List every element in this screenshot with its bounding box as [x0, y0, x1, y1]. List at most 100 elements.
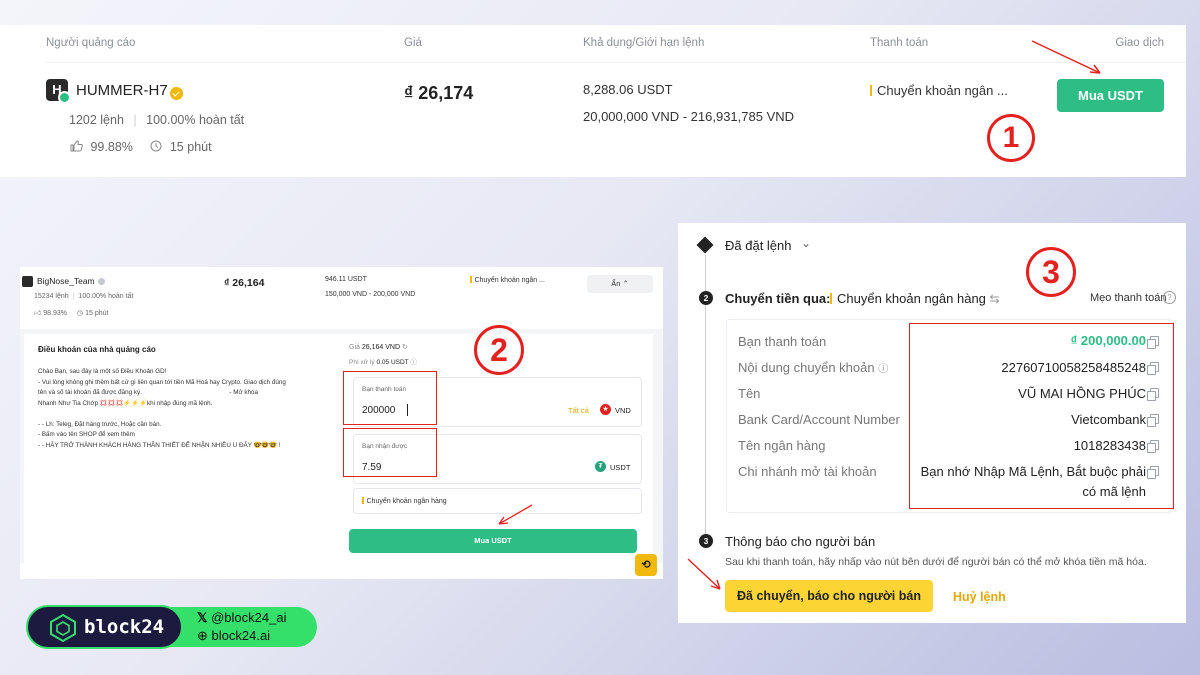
header-divider [46, 62, 1186, 63]
thumbs-up-icon [70, 140, 83, 152]
info-icon: ⓘ [410, 359, 417, 366]
merchant-name[interactable]: HUMMER-H7 [76, 82, 168, 99]
buy-usdt-button[interactable]: Mua USDT [349, 529, 637, 553]
payment-method-marker [470, 276, 472, 283]
detail-label-bank: Tên ngân hàng [738, 438, 826, 453]
terms-line: - Vui lòng không ghi thêm bất cứ gì liên… [38, 378, 286, 386]
step-3-icon: 3 [699, 534, 713, 548]
terms-line: - Bấm vào tên SHOP để xem thêm [38, 431, 135, 438]
website-link[interactable]: ⊕ block24.ai [197, 628, 270, 644]
ad-price: ₫ 26,174 [404, 83, 474, 103]
col-header-advertiser: Người quảng cáo [46, 37, 136, 49]
brand-name: block24 [84, 616, 165, 638]
merchant-logo[interactable]: H [46, 79, 71, 104]
terms-line: tên và số tài khoản đã được đăng ký. - M… [38, 389, 259, 396]
order-limit: 20,000,000 VND - 216,931,785 VND [583, 109, 795, 124]
payment-method-marker [830, 293, 832, 304]
col-header-payment: Thanh toán [870, 37, 929, 49]
step-1-marker: 1 [987, 114, 1035, 162]
online-dot-icon [58, 91, 71, 104]
clock-icon [150, 140, 162, 152]
thumbs-up-icon: 👍︎ [34, 310, 42, 317]
merchant-stats: 1202 lệnh | 100.00% hoàn tất [69, 113, 245, 127]
order-form-panel: BigNose_Team 15234 lệnh | 100.00% hoàn tất… [20, 267, 663, 579]
completion-rate: 100.00% hoàn tất [146, 113, 245, 127]
terms-line: - - Lh: Teleg, Đặt hàng trước, Hoặc cần … [38, 420, 162, 428]
annotation-arrow-2 [498, 504, 533, 525]
all-button[interactable]: Tất cả [568, 406, 589, 415]
col-header-available: Khả dụng/Giới hạn lệnh [583, 37, 705, 49]
step-2-label: Chuyển tiền qua: [725, 291, 831, 306]
support-chat-icon[interactable]: ⟲ [635, 554, 657, 576]
merchant-rating-row: 👍︎ 98.93% ◷ 15 phút [34, 310, 109, 317]
transfer-details-highlight-box [909, 323, 1174, 509]
price-info: Giá 26,164 VND ↻ [349, 344, 408, 351]
terms-line: Chào Bạn, sau đây là một số Điều Khoản G… [38, 368, 167, 375]
merchant-logo[interactable] [22, 276, 33, 287]
release-time: 15 phút [169, 140, 212, 154]
receive-highlight-box [343, 428, 437, 477]
payment-method-marker [870, 85, 872, 96]
available-amount: 946.11 USDT [325, 276, 367, 283]
brand-logo-pill: block24 [26, 605, 183, 649]
vnd-flag-icon: ★ [600, 404, 611, 415]
order-detail-area: Điều khoản của nhà quảng cáo Chào Bạn, s… [20, 329, 663, 563]
buy-usdt-button[interactable]: Mua USDT [1057, 79, 1164, 112]
order-count: 1202 lệnh [69, 113, 124, 127]
step-2-marker: 2 [474, 325, 524, 375]
detail-label-amount: Bạn thanh toán [738, 334, 827, 349]
terms-title: Điều khoản của nhà quảng cáo [38, 345, 156, 354]
chevron-down-icon[interactable]: ⌄ [801, 236, 811, 250]
block24-cube-icon [50, 613, 76, 643]
step-2-icon: 2 [699, 291, 713, 305]
merchant-name[interactable]: BigNose_Team [37, 276, 95, 286]
usdt-coin-icon: ₮ [595, 461, 606, 472]
merchant-rating-row: 99.88% 15 phút [70, 140, 212, 154]
verified-badge-icon [98, 278, 105, 285]
ad-price: ₫ 26,164 [224, 277, 265, 289]
order-limit: 150,000 VND - 200,000 VND [325, 291, 416, 298]
step-3-marker: 3 [1026, 247, 1076, 297]
step-3-description: Sau khi thanh toán, hãy nhấp vào nút bên… [725, 556, 1147, 568]
annotation-arrow-1 [1031, 40, 1101, 74]
payment-method-option: Chuyển khoản ngân hàng [362, 497, 447, 505]
cancel-order-button[interactable]: Huỷ lệnh [953, 590, 1006, 604]
annotation-arrow-3 [687, 558, 721, 590]
terms-line [38, 409, 338, 420]
confirm-transfer-button[interactable]: Đã chuyển, báo cho người bán [725, 580, 933, 612]
col-header-trade: Giao dịch [1115, 37, 1164, 49]
twitter-handle[interactable]: 𝕏 @block24_ai [197, 610, 286, 626]
order-detail-card: Điều khoản của nhà quảng cáo Chào Bạn, s… [24, 334, 653, 563]
step-1-label: Đã đặt lệnh [725, 238, 792, 253]
merchant-stats: 15234 lệnh | 100.00% hoàn tất [34, 293, 134, 300]
payment-method-marker [362, 497, 364, 504]
detail-label-name: Tên [738, 386, 761, 401]
help-icon[interactable]: ? [1163, 291, 1176, 304]
swap-icon: ⇆ [989, 292, 1000, 306]
pay-highlight-box [343, 371, 437, 425]
verified-badge-icon [170, 87, 183, 101]
pay-currency: VND [615, 406, 631, 415]
step-3-label: Thông báo cho người bán [725, 534, 876, 549]
hide-button[interactable]: Ẩn ⌃ [587, 275, 653, 293]
payment-tip-link[interactable]: Mẹo thanh toán [1090, 292, 1166, 304]
info-icon[interactable]: ⓘ [878, 364, 888, 375]
available-amount: 8,288.06 USDT [583, 82, 673, 97]
receive-currency: USDT [610, 463, 631, 472]
fee-info: Phí xử lý 0.05 USDT ⓘ [349, 359, 417, 366]
terms-text: Chào Bạn, sau đây là một số Điều Khoản G… [38, 367, 338, 451]
terms-line: Nhanh Như Tia Chớp 💢💢💢⚡⚡⚡khi nhập đúng m… [38, 399, 213, 407]
detail-label-memo: Nội dung chuyển khoản ⓘ [738, 360, 889, 375]
payment-method: Chuyển khoản ngân ... [870, 83, 1008, 98]
step-done-icon [696, 236, 714, 254]
brand-social-pill: 𝕏 @block24_ai ⊕ block24.ai [160, 607, 317, 647]
transfer-method[interactable]: Chuyển khoản ngân hàng ⇆ [830, 291, 1000, 306]
positive-rating: 99.88% [90, 140, 133, 154]
terms-line: - - HÃY TRỞ THÀNH KHÁCH HÀNG THÂN THIẾT … [38, 441, 281, 449]
col-header-price: Giá [404, 37, 422, 49]
globe-icon: ⊕ [197, 628, 208, 643]
payment-method: Chuyển khoản ngân ... [470, 276, 545, 284]
x-logo-icon: 𝕏 [197, 610, 208, 625]
detail-label-branch: Chi nhánh mở tài khoản [738, 464, 877, 479]
refresh-icon: ↻ [401, 344, 408, 351]
